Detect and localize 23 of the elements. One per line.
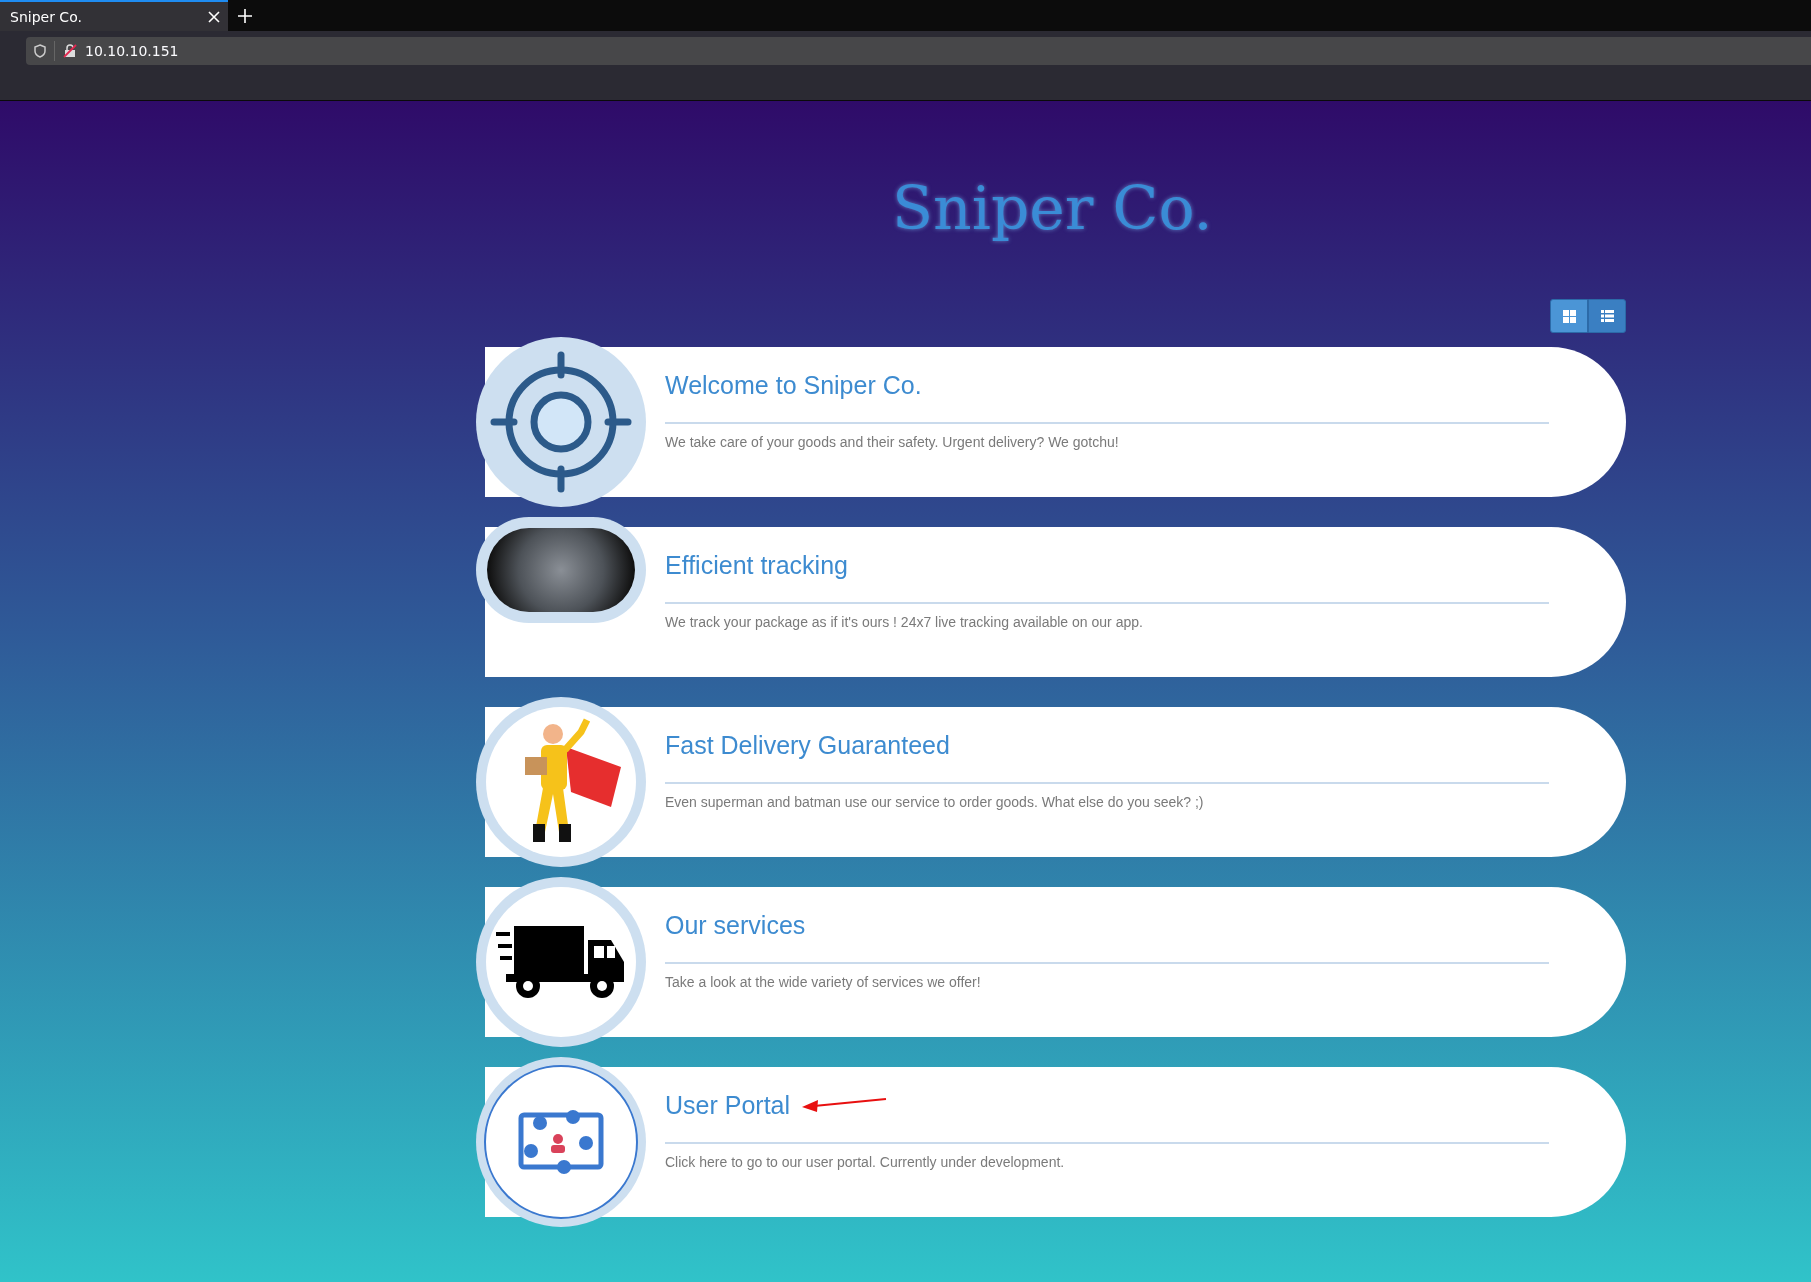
tab-title: Sniper Co. [10,8,82,25]
user-network-icon [518,1109,604,1175]
card-title: Welcome to Sniper Co. [665,370,922,400]
insecure-lock-icon [63,44,77,58]
list-view-button[interactable] [1588,299,1626,333]
list-icon [1600,310,1614,322]
card-description: We track your package as if it's ours ! 24x7 live tracking available on our app. [665,614,1144,630]
card-title: Our services [665,910,806,940]
grid-view-button[interactable] [1550,299,1588,333]
card-title: User Portal [665,1090,791,1120]
site-title: Sniper Co. [892,173,1214,243]
card-description: Even superman and batman use our service to order goods. What else do you seek? ;) [665,794,1205,810]
card-description: We take care of your goods and their safety. Urgent delivery? We gotchu! [665,434,1120,450]
card-title: Efficient tracking [665,550,848,580]
shield-icon [34,44,46,58]
address-bar[interactable]: 10.10.10.151 [26,37,1811,65]
close-icon[interactable] [208,10,220,23]
browser-tab[interactable]: Sniper Co. [0,0,228,31]
card-title: Fast Delivery Guaranteed [665,730,950,760]
grid-icon [1562,309,1576,323]
card-description: Take a look at the wide variety of services we offer! [665,974,982,990]
card-description: Click here to go to our user portal. Currently under development. [665,1154,1066,1170]
url-text: 10.10.10.151 [85,43,179,59]
